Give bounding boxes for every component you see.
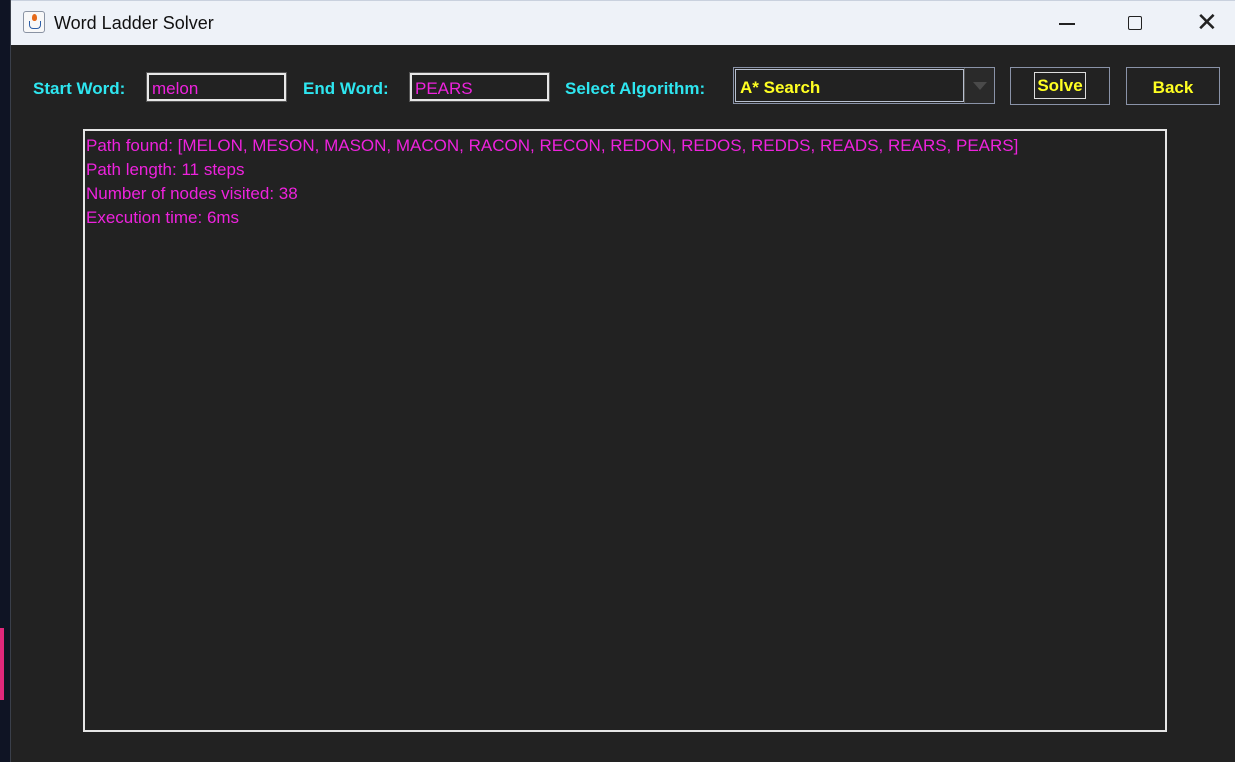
close-icon: ✕ <box>1196 8 1218 38</box>
java-coffee-cup-icon <box>23 11 45 33</box>
algorithm-select[interactable]: A* Search <box>733 67 995 104</box>
path-found-line: Path found: [MELON, MESON, MASON, MACON,… <box>86 136 1019 155</box>
solve-button-label: Solve <box>1034 72 1086 99</box>
title-bar: Word Ladder Solver ✕ <box>11 0 1235 45</box>
start-word-label: Start Word: <box>33 79 126 98</box>
algorithm-label: Select Algorithm: <box>565 79 706 98</box>
dropdown-arrow-button[interactable] <box>964 68 994 103</box>
result-output-area[interactable]: Path found: [MELON, MESON, MASON, MACON,… <box>83 129 1167 732</box>
execution-time-line: Execution time: 6ms <box>86 208 240 227</box>
minimize-icon <box>1059 23 1075 25</box>
maximize-icon <box>1128 16 1142 30</box>
algorithm-selected-value: A* Search <box>740 78 821 97</box>
app-window: Word Ladder Solver ✕ Start Word: End Wor… <box>10 0 1235 762</box>
path-length-line: Path length: 11 steps <box>86 160 245 179</box>
solve-button[interactable]: Solve <box>1010 67 1110 105</box>
algorithm-select-field: A* Search <box>735 69 964 102</box>
minimize-button[interactable] <box>1038 1 1094 46</box>
back-button[interactable]: Back <box>1126 67 1220 105</box>
maximize-button[interactable] <box>1107 1 1163 46</box>
desktop-taskbar-accent <box>0 628 4 700</box>
nodes-visited-line: Number of nodes visited: 38 <box>86 184 298 203</box>
end-word-input[interactable] <box>409 72 550 102</box>
back-button-label: Back <box>1152 78 1194 97</box>
start-word-input[interactable] <box>146 72 287 102</box>
end-word-label: End Word: <box>303 79 389 98</box>
window-title: Word Ladder Solver <box>54 13 214 33</box>
chevron-down-icon <box>973 82 987 90</box>
close-button[interactable]: ✕ <box>1177 1 1233 46</box>
